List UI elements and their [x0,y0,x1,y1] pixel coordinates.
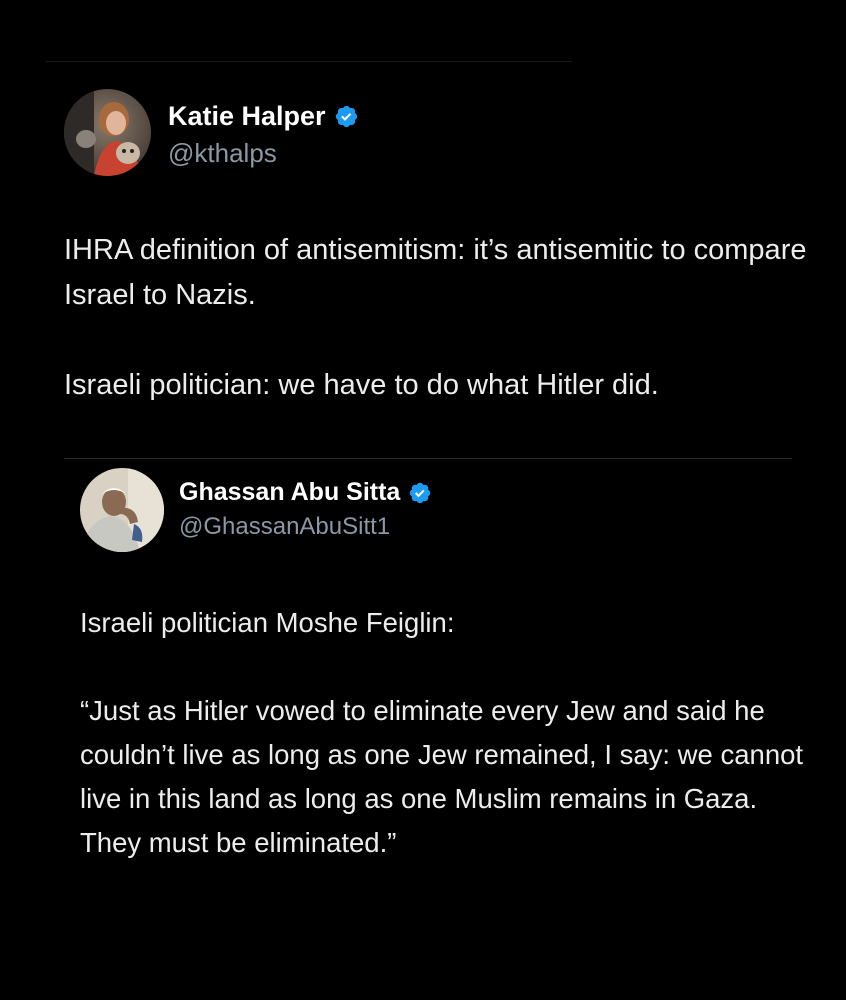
tweet-text: IHRA definition of antisemitism: it’s an… [64,228,824,408]
top-divider [46,61,572,62]
author-name-row: Katie Halper [168,101,359,132]
verified-badge-icon [408,481,432,505]
tweet-paragraph: IHRA definition of antisemitism: it’s an… [64,234,807,311]
verified-badge-icon [334,104,359,129]
quoted-tweet-paragraph: “Just as Hitler vowed to eliminate every… [80,695,804,858]
author-handle[interactable]: @kthalps [168,138,277,169]
quoted-author-name-row: Ghassan Abu Sitta [179,478,432,507]
quoted-avatar[interactable] [80,468,164,552]
quote-divider [64,458,792,459]
tweet-paragraph: Israeli politician: we have to do what H… [64,369,659,401]
quoted-author-handle[interactable]: @GhassanAbuSitt1 [179,513,390,541]
quoted-tweet-text: Israeli politician Moshe Feiglin: “Just … [80,601,820,865]
avatar[interactable] [64,89,151,176]
author-name[interactable]: Katie Halper [168,101,326,132]
quoted-author-name[interactable]: Ghassan Abu Sitta [179,478,400,507]
quoted-tweet-paragraph: Israeli politician Moshe Feiglin: [80,607,455,638]
